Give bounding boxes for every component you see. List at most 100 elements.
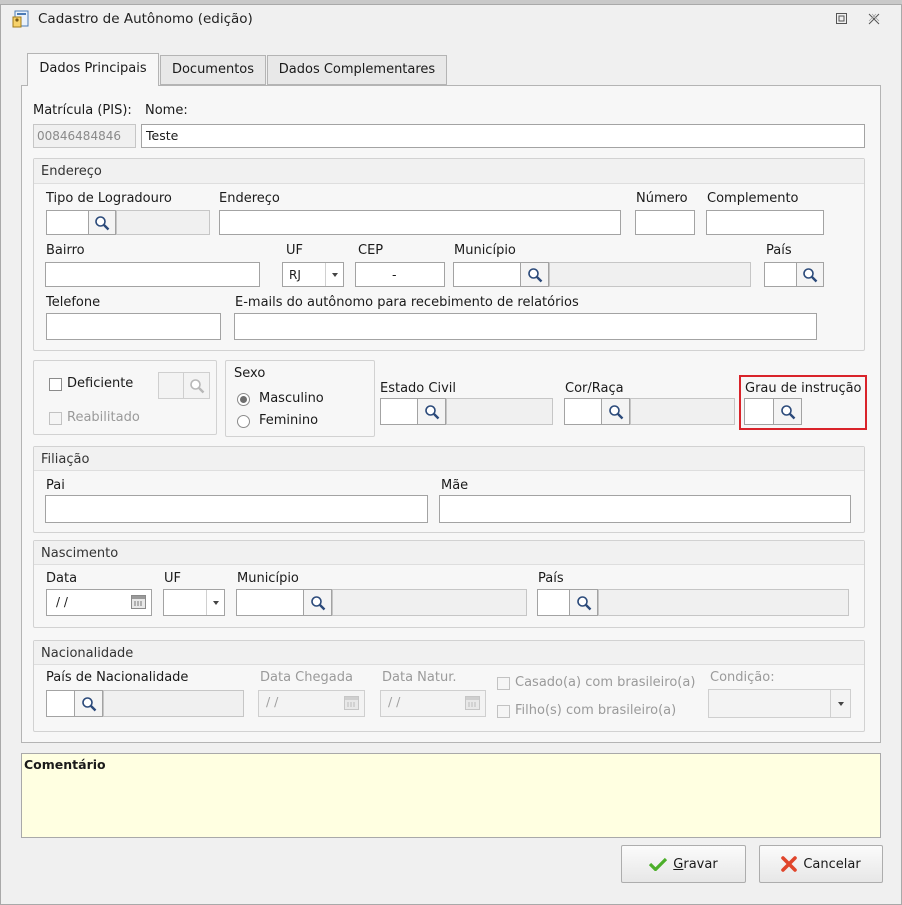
comment-label: Comentário <box>24 757 106 772</box>
pais-nascimento-search-button[interactable] <box>569 589 598 616</box>
nacionalidade-header <box>34 641 864 665</box>
pais-nacionalidade-label: País de Nacionalidade <box>46 670 189 685</box>
complemento-input[interactable] <box>706 210 824 235</box>
municipio-nascimento-desc <box>332 589 527 616</box>
search-icon <box>608 404 623 419</box>
pais-nacionalidade-input[interactable] <box>46 690 75 717</box>
municipio-search-button[interactable] <box>520 262 549 287</box>
tipo-logradouro-search-button[interactable] <box>88 210 116 235</box>
casado-checkbox <box>497 677 510 690</box>
reabilitado-label: Reabilitado <box>67 410 140 425</box>
search-icon <box>780 404 795 419</box>
data-nascimento-value: / / <box>56 595 68 609</box>
tipo-logradouro-label: Tipo de Logradouro <box>46 191 172 206</box>
grau-instrucao-label: Grau de instrução <box>745 381 862 396</box>
uf-value: RJ <box>289 268 301 282</box>
grau-instrucao-search-button[interactable] <box>773 398 802 425</box>
pais-nacionalidade-search-button[interactable] <box>74 690 103 717</box>
deficiente-checkbox[interactable] <box>49 378 62 391</box>
estado-civil-label: Estado Civil <box>380 381 456 396</box>
uf-nascimento-select[interactable] <box>163 589 225 616</box>
pais-search-button[interactable] <box>796 262 824 287</box>
search-icon <box>424 404 439 419</box>
masculino-radio[interactable] <box>237 393 250 406</box>
data-chegada-label: Data Chegada <box>260 670 353 685</box>
estado-civil-search-button[interactable] <box>417 398 446 425</box>
emails-input[interactable] <box>234 313 817 340</box>
checkmark-icon <box>649 857 668 871</box>
data-chegada-value: / / <box>266 694 279 709</box>
search-icon <box>95 215 110 230</box>
tab-dados-principais[interactable]: Dados Principais <box>27 53 159 86</box>
nacionalidade-title: Nacionalidade <box>41 646 134 661</box>
app-icon <box>12 10 30 28</box>
deficiencia-input <box>158 372 184 399</box>
tab-documentos[interactable]: Documentos <box>160 55 266 85</box>
masculino-label: Masculino <box>259 391 324 406</box>
municipio-nascimento-search-button[interactable] <box>303 589 332 616</box>
cor-raca-input[interactable] <box>564 398 602 425</box>
reabilitado-checkbox <box>49 412 62 425</box>
search-icon <box>576 595 591 610</box>
nome-label: Nome: <box>145 103 188 118</box>
mae-input[interactable] <box>439 495 851 523</box>
feminino-radio[interactable] <box>237 415 250 428</box>
cor-raca-label: Cor/Raça <box>565 381 624 396</box>
cep-label: CEP <box>358 243 384 258</box>
casado-label: Casado(a) com brasileiro(a) <box>515 675 696 690</box>
close-icon[interactable] <box>868 13 880 25</box>
deficiente-label: Deficiente <box>67 376 134 391</box>
municipio-label: Município <box>454 243 516 258</box>
municipio-desc <box>549 262 751 287</box>
calendar-icon[interactable] <box>131 595 146 609</box>
pais-nascimento-label: País <box>538 571 564 586</box>
filhos-checkbox <box>497 705 510 718</box>
mae-label: Mãe <box>441 478 469 493</box>
uf-nascimento-dropdown-button[interactable] <box>206 590 224 615</box>
search-icon <box>803 267 818 282</box>
municipio-input[interactable] <box>453 262 521 287</box>
grau-instrucao-input[interactable] <box>744 398 774 425</box>
deficiencia-search-button <box>183 372 210 399</box>
municipio-nascimento-input[interactable] <box>236 589 304 616</box>
sexo-title: Sexo <box>234 366 266 381</box>
chevron-down-icon <box>331 272 338 277</box>
pai-label: Pai <box>46 478 65 493</box>
endereco-input[interactable] <box>219 210 621 235</box>
uf-dropdown-button[interactable] <box>325 263 343 286</box>
pais-input[interactable] <box>764 262 797 287</box>
cancelar-label: Cancelar <box>803 856 861 872</box>
comment-box[interactable] <box>21 753 881 838</box>
endereco-label: Endereço <box>219 191 280 206</box>
cor-raca-desc <box>630 398 735 425</box>
pais-nascimento-input[interactable] <box>537 589 570 616</box>
estado-civil-input[interactable] <box>380 398 418 425</box>
data-nascimento-input[interactable]: / / <box>46 589 152 616</box>
pais-label: País <box>766 243 792 258</box>
chevron-down-icon <box>212 600 219 605</box>
bairro-input[interactable] <box>45 262 260 287</box>
tipo-logradouro-desc <box>116 210 210 235</box>
cep-input[interactable]: - <box>355 262 445 287</box>
numero-input[interactable] <box>635 210 695 235</box>
gravar-button[interactable]: Gravar <box>621 845 746 883</box>
matricula-label: Matrícula (PIS): <box>33 103 132 118</box>
pai-input[interactable] <box>45 495 428 523</box>
municipio-nascimento-label: Município <box>237 571 299 586</box>
telefone-input[interactable] <box>46 313 221 340</box>
cor-raca-search-button[interactable] <box>601 398 630 425</box>
cancelar-button[interactable]: Cancelar <box>759 845 883 883</box>
condicao-dropdown-button <box>830 690 850 717</box>
data-natur-input: / / <box>380 690 486 717</box>
condicao-label: Condição: <box>710 670 775 685</box>
restore-icon[interactable] <box>836 13 847 24</box>
filiacao-title: Filiação <box>41 452 90 467</box>
nome-field[interactable]: Teste <box>141 124 865 148</box>
filhos-label: Filho(s) com brasileiro(a) <box>515 703 677 718</box>
complemento-label: Complemento <box>707 191 799 206</box>
uf-select[interactable]: RJ <box>282 262 344 287</box>
search-icon <box>527 267 542 282</box>
tipo-logradouro-input[interactable] <box>46 210 89 235</box>
tab-dados-complementares[interactable]: Dados Complementares <box>267 55 447 85</box>
filiacao-header <box>34 447 864 471</box>
